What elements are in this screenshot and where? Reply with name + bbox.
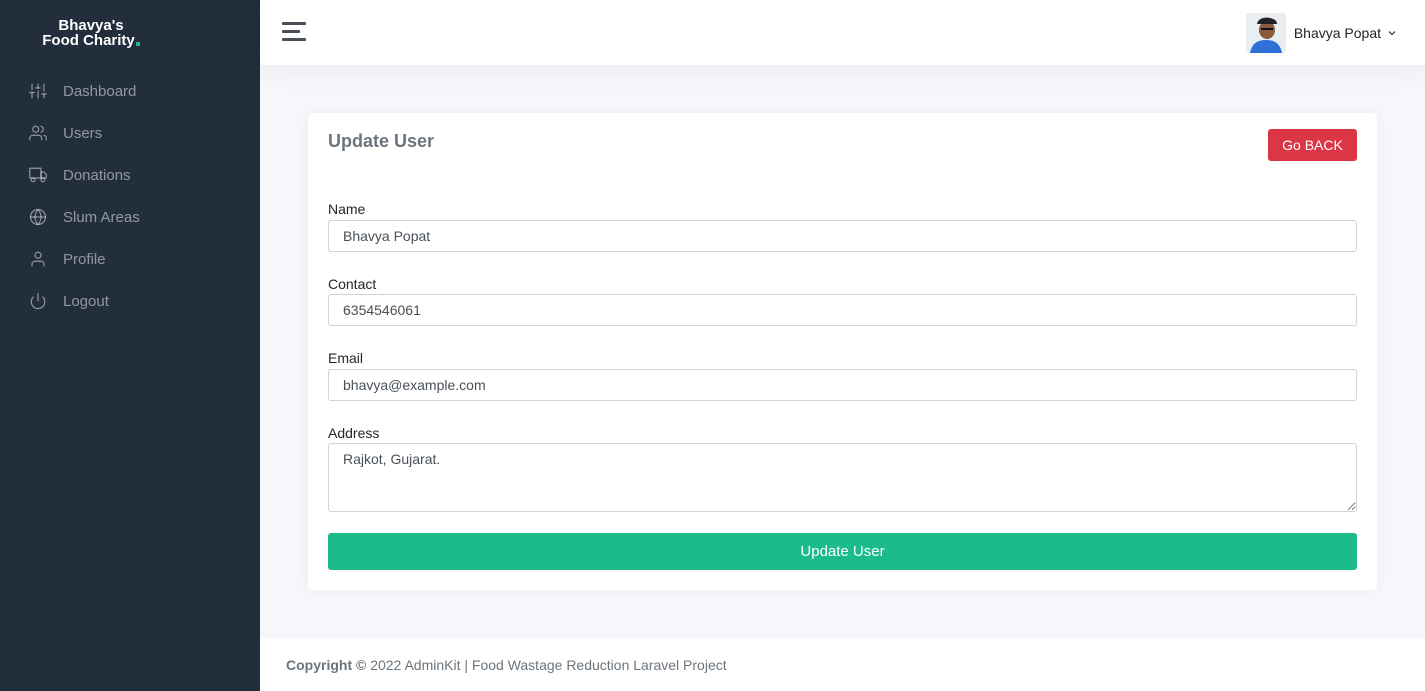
sidebar: Bhavya's Food Charity Dashboard Users Do… [0, 0, 260, 691]
brand-line-2: Food Charity [42, 32, 135, 49]
email-field[interactable] [328, 369, 1357, 401]
sidebar-item-logout[interactable]: Logout [0, 280, 260, 322]
address-label: Address [328, 425, 380, 441]
sidebar-item-label: Profile [63, 250, 106, 268]
users-icon [29, 125, 47, 141]
user-icon [31, 251, 45, 267]
copyright-label: Copyright © [286, 657, 367, 673]
page-title: Update User [328, 131, 435, 151]
truck-icon [29, 167, 47, 183]
brand-logo[interactable]: Bhavya's Food Charity [40, 18, 142, 48]
chevron-down-icon [1388, 31, 1396, 36]
footer: Copyright © 2022 AdminKit | Food Wastage… [260, 638, 1425, 691]
go-back-button[interactable]: Go BACK [1268, 129, 1357, 161]
footer-text: Copyright © 2022 AdminKit | Food Wastage… [286, 657, 727, 673]
sidebar-item-label: Donations [63, 166, 131, 184]
sliders-icon [29, 83, 47, 99]
sidebar-item-label: Logout [63, 292, 109, 310]
update-user-card: Update User Go BACK Name Contact Email A… [308, 113, 1377, 590]
user-menu[interactable]: Bhavya Popat [1245, 13, 1397, 53]
sidebar-item-label: Users [63, 124, 103, 142]
sidebar-item-dashboard[interactable]: Dashboard [0, 70, 260, 112]
footer-copy: 2022 AdminKit | Food Wastage Reduction L… [370, 657, 727, 673]
power-icon [30, 292, 46, 310]
brand-dot [135, 42, 140, 46]
sidebar-item-donations[interactable]: Donations [0, 154, 260, 196]
user-name: Bhavya Popat [1293, 25, 1381, 41]
address-field[interactable]: Rajkot, Gujarat. [328, 443, 1357, 512]
brand-line-1: Bhavya's [58, 17, 124, 34]
top-navbar: Bhavya Popat [260, 0, 1425, 65]
sidebar-item-label: Slum Areas [63, 208, 140, 226]
menu-toggle-icon[interactable] [282, 22, 306, 42]
avatar[interactable] [1245, 13, 1286, 53]
name-label: Name [328, 201, 366, 217]
globe-icon [29, 208, 47, 226]
contact-field[interactable] [328, 294, 1357, 326]
sidebar-item-slum-areas[interactable]: Slum Areas [0, 196, 260, 238]
contact-label: Contact [328, 276, 377, 292]
sidebar-nav: Dashboard Users Donations Slum Areas Pro… [0, 70, 260, 322]
email-label: Email [328, 350, 364, 366]
sidebar-item-label: Dashboard [63, 82, 137, 100]
sidebar-item-users[interactable]: Users [0, 112, 260, 154]
sidebar-item-profile[interactable]: Profile [0, 238, 260, 280]
update-user-button[interactable]: Update User [328, 533, 1357, 570]
name-field[interactable] [328, 220, 1357, 252]
